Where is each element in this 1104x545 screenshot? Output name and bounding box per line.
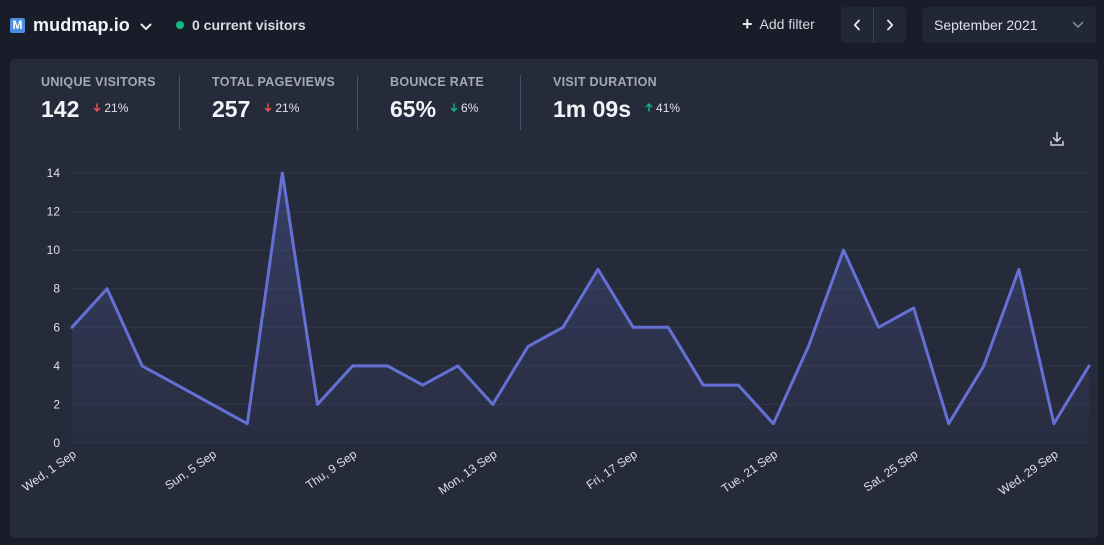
- x-tick-label: Sun, 5 Sep: [162, 447, 219, 493]
- x-tick-label: Mon, 13 Sep: [436, 447, 500, 498]
- x-tick-label: Wed, 1 Sep: [20, 447, 79, 494]
- x-tick-label: Fri, 17 Sep: [584, 447, 640, 492]
- y-tick-label: 14: [47, 166, 61, 180]
- y-tick-label: 12: [47, 205, 61, 219]
- y-tick-label: 10: [47, 243, 61, 257]
- x-tick-label: Tue, 21 Sep: [719, 447, 780, 496]
- x-tick-label: Sat, 25 Sep: [861, 447, 921, 495]
- visitors-chart[interactable]: 0 2 4 6 8 10 12 14 Wed, 1 Sep Sun, 5 Sep Thu, 9 S…: [0, 0, 1104, 545]
- x-tick-label: Thu, 9 Sep: [303, 447, 359, 492]
- y-tick-label: 0: [53, 436, 60, 450]
- y-tick-label: 8: [53, 282, 60, 296]
- y-tick-label: 4: [53, 359, 60, 373]
- y-tick-label: 6: [53, 320, 60, 334]
- series-area: [72, 173, 1089, 443]
- y-tick-label: 2: [53, 397, 60, 411]
- x-tick-label: Wed, 29 Sep: [996, 447, 1061, 498]
